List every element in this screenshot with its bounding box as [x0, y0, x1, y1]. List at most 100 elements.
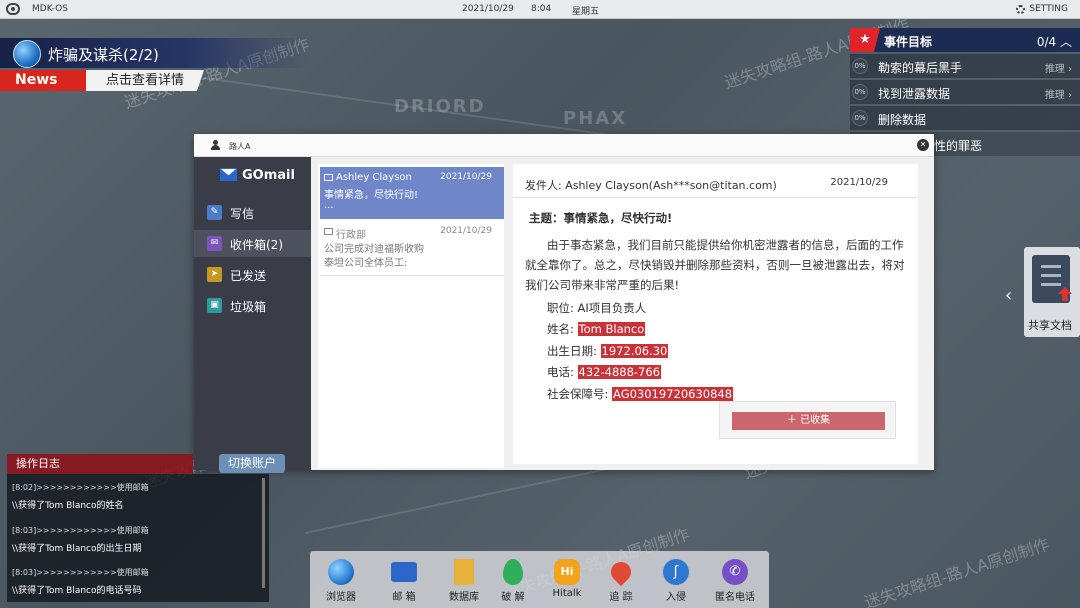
dock-hitalk[interactable]: Hi Hitalk [542, 559, 592, 599]
dock-crack[interactable]: 破 解 [488, 559, 538, 603]
mail-list-item[interactable]: Ashley Clayson 2021/10/29 事情紧急，尽快行动! ... [320, 167, 504, 219]
dock-trace[interactable]: 追 踪 [596, 557, 646, 603]
operation-log: [8:02]>>>>>>>>>>>>使用邮箱 \\获得了Tom Blanco的姓… [7, 474, 269, 602]
dock-label: 邮 箱 [392, 592, 416, 603]
trash-icon: ▣ [207, 298, 222, 313]
database-icon [454, 559, 474, 585]
collected-value[interactable]: 1972.06.30 [600, 344, 669, 358]
phone-icon: ✆ [722, 559, 748, 585]
dock-browser[interactable]: 浏览器 [316, 559, 366, 603]
field-label: 出生日期: [547, 344, 597, 358]
progress-badge: 0% [852, 84, 868, 100]
browser-icon [328, 559, 354, 585]
field-label: 姓名: [547, 322, 574, 336]
progress-badge: 0% [852, 110, 868, 126]
mail-preview: ... [324, 200, 334, 211]
nav-sent[interactable]: ➤ 已发送 [194, 261, 311, 288]
envelope-open-icon [324, 228, 333, 235]
divider [513, 197, 918, 198]
dock-label: 浏览器 [326, 592, 356, 603]
key-icon [503, 559, 523, 585]
watermark: 迷失攻略组-路人A原创制作 [862, 534, 1052, 608]
mail-sender: Ashley Clayson [336, 172, 412, 183]
log-entry: [8:02]>>>>>>>>>>>>使用邮箱 \\获得了Tom Blanco的姓… [12, 482, 149, 511]
dock-mail[interactable]: 邮 箱 [379, 559, 429, 603]
setting-button[interactable]: SETTING [1016, 4, 1068, 14]
nav-label: 收件箱(2) [230, 238, 283, 252]
info-field-position: 职位: AI项目负责人 [547, 300, 646, 316]
dock-label: 破 解 [501, 592, 525, 603]
gomail-window: 路人A ✕ GOmail ✎ 写信 ✉ 收件箱(2) ➤ 已发送 ▣ 垃圾箱 切… [194, 134, 934, 473]
system-status-bar: MDK-OS 2021/10/29 8:04 星期五 SETTING [0, 0, 1080, 19]
event-goal-item[interactable]: 0% 删除数据 [850, 106, 1080, 130]
dock-database[interactable]: 数据库 [439, 559, 489, 603]
mail-sender: 行政部 [336, 230, 366, 241]
os-logo-icon [6, 3, 20, 15]
news-tag: News [0, 70, 86, 91]
envelope-icon [324, 174, 333, 181]
collected-value[interactable]: AG03019720630848 [612, 387, 734, 401]
nav-label: 写信 [230, 207, 255, 221]
log-scrollbar[interactable] [262, 478, 265, 588]
shared-docs-button[interactable]: 共享文档 [1024, 247, 1080, 337]
nav-inbox[interactable]: ✉ 收件箱(2) [194, 230, 311, 257]
log-line: \\获得了Tom Blanco的出生日期 [12, 544, 142, 554]
setting-label: SETTING [1029, 4, 1068, 14]
dock-intrude[interactable]: ʃ 入侵 [651, 559, 701, 603]
log-line: [8:03]>>>>>>>>>>>>使用邮箱 [12, 526, 149, 535]
gear-icon [1016, 4, 1026, 14]
mail-from: 发件人: Ashley Clayson(Ash***son@titan.com) [525, 179, 777, 192]
app-name: GOmail [242, 168, 295, 183]
nav-trash[interactable]: ▣ 垃圾箱 [194, 292, 311, 319]
field-label: 职位: [547, 301, 574, 315]
field-value: AI项目负责人 [577, 301, 647, 315]
collected-value[interactable]: Tom Blanco [577, 322, 646, 336]
log-title: 操作日志 [7, 454, 193, 474]
mail-date: 2021/10/29 [440, 172, 492, 182]
dock-anonymous-call[interactable]: ✆ 匿名电话 [710, 559, 760, 603]
gomail-logo-icon [220, 168, 237, 181]
event-goal-label: 勒索的幕后黑手 [878, 61, 963, 75]
mail-list-item[interactable]: 行政部 2021/10/29 公司完成对迪福斯收购 泰坦公司全体员工: [320, 221, 504, 273]
event-goals-header[interactable]: ★ 事件目标 0/4 ︿ [850, 28, 1080, 52]
close-button[interactable]: ✕ [917, 139, 929, 151]
divider [320, 275, 504, 276]
mail-date: 2021/10/29 [440, 226, 492, 236]
info-field-birthdate: 出生日期: 1972.06.30 [547, 343, 669, 359]
mail-subject: 公司完成对迪福斯收购 [324, 244, 424, 255]
nav-compose[interactable]: ✎ 写信 [194, 199, 311, 226]
field-label: 电话: [547, 365, 574, 379]
event-goal-hint: 推理 › [1044, 90, 1072, 101]
hitalk-icon: Hi [554, 559, 580, 585]
system-time: 8:04 [531, 4, 552, 14]
log-entry: [8:03]>>>>>>>>>>>>使用邮箱 \\获得了Tom Blanco的电… [12, 567, 149, 596]
system-date: 2021/10/29 [462, 4, 514, 14]
mail-body: 由于事态紧急，我们目前只能提供给你机密泄露者的信息，后面的工作就全靠你了。总之，… [525, 238, 905, 292]
collected-value[interactable]: 432-4888-766 [577, 365, 661, 379]
progress-badge: 0% [852, 58, 868, 74]
mail-preview: 泰坦公司全体员工: [324, 258, 408, 269]
log-entry: [8:03]>>>>>>>>>>>>使用邮箱 \\获得了Tom Blanco的出… [12, 525, 149, 554]
window-titlebar: 路人A ✕ [194, 134, 934, 157]
event-goal-item[interactable]: 0% 找到泄露数据 推理 › [850, 80, 1080, 104]
log-line: [8:02]>>>>>>>>>>>>使用邮箱 [12, 483, 149, 492]
location-pin-icon [606, 557, 636, 587]
sent-icon: ➤ [207, 267, 222, 282]
news-detail-button[interactable]: 点击查看详情 [86, 70, 204, 91]
app-dock: 浏览器 邮 箱 数据库 破 解 Hi Hitalk 追 踪 ʃ 入侵 ✆ 匿名电… [310, 551, 769, 608]
nav-label: 已发送 [230, 269, 267, 283]
event-goal-label: 删除数据 [878, 113, 927, 127]
inbox-icon: ✉ [207, 236, 222, 251]
mail-reader-date: 2021/10/29 [830, 177, 888, 188]
collected-button[interactable]: ＋ 已收集 [732, 412, 885, 430]
chevron-left-icon[interactable]: ‹ [1005, 285, 1012, 306]
collect-popup: ＋ 已收集 [719, 401, 896, 439]
mail-reader-subject: 主题：事情紧急，尽快行动! [529, 211, 673, 225]
switch-account-button[interactable]: 切换账户 [219, 454, 285, 473]
event-goal-item[interactable]: 0% 勒索的幕后黑手 推理 › [850, 54, 1080, 78]
mail-sidebar: GOmail ✎ 写信 ✉ 收件箱(2) ➤ 已发送 ▣ 垃圾箱 切换账户 [194, 157, 311, 473]
nav-label: 垃圾箱 [230, 300, 267, 314]
dock-label: 匿名电话 [715, 592, 755, 603]
compose-icon: ✎ [207, 205, 222, 220]
user-icon [211, 140, 220, 150]
